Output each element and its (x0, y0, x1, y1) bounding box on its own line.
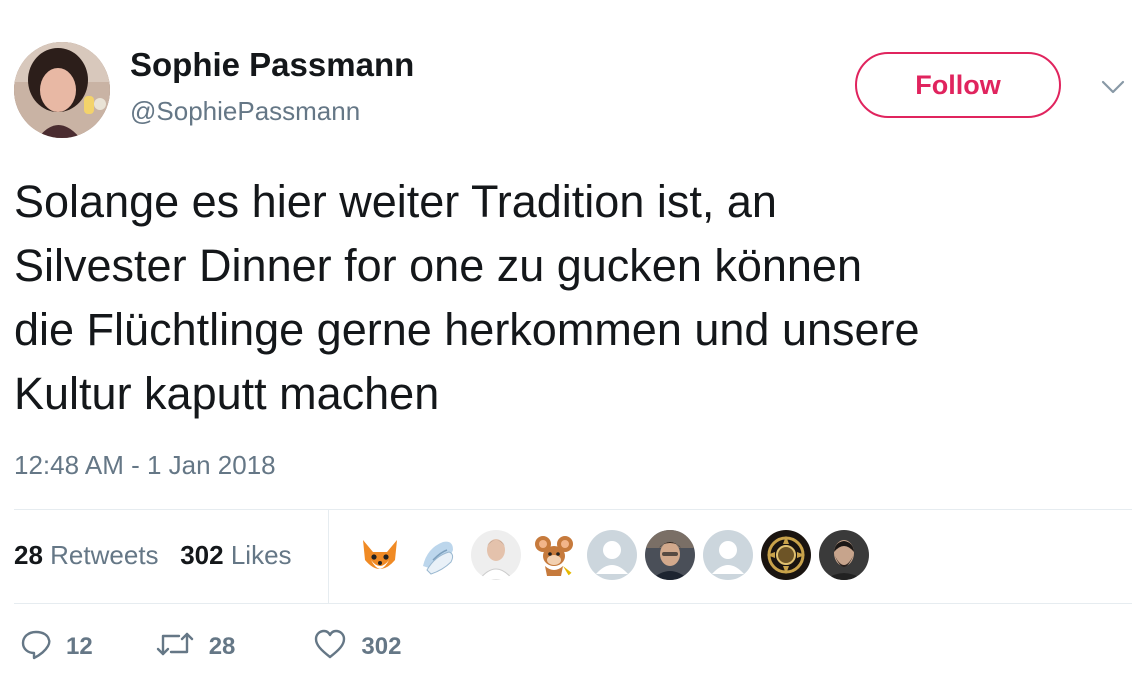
reply-action[interactable]: 12 (20, 628, 93, 665)
chevron-down-icon[interactable] (1098, 72, 1128, 102)
default-avatar[interactable] (703, 530, 753, 580)
tweet-actions: 12 28 302 (20, 628, 401, 665)
author-name[interactable]: Sophie Passmann (130, 46, 414, 84)
likes-label: Likes (230, 540, 292, 570)
tweet-line: die Flüchtlinge gerne herkommen und unse… (14, 304, 920, 355)
man-portrait-avatar[interactable] (471, 530, 521, 580)
reply-icon (20, 628, 52, 665)
retweet-count: 28 (208, 632, 236, 660)
tweet-timestamp[interactable]: 12:48 AM - 1 Jan 2018 (14, 450, 276, 481)
retweet-action[interactable]: 28 (155, 628, 236, 665)
divider (14, 603, 1132, 604)
hands-avatar[interactable] (413, 530, 463, 580)
default-avatar[interactable] (587, 530, 637, 580)
man-dark-portrait-avatar[interactable] (645, 530, 695, 580)
retweets-label: Retweets (50, 540, 159, 570)
follow-button[interactable]: Follow (855, 52, 1061, 118)
emblem-avatar[interactable] (761, 530, 811, 580)
retweet-icon (155, 628, 195, 665)
tweet-line: Silvester Dinner for one zu gucken könne… (14, 240, 862, 291)
fox-emoji-avatar[interactable] (355, 530, 405, 580)
divider (14, 509, 1132, 510)
author-avatar[interactable] (14, 42, 110, 138)
author-photo (14, 42, 110, 138)
tweet-line: Kultur kaputt machen (14, 368, 440, 419)
retweets-stat[interactable]: 28 Retweets (14, 540, 159, 570)
tweet-line: Solange es hier weiter Tradition ist, an (14, 176, 777, 227)
bearded-man-avatar[interactable] (819, 530, 869, 580)
like-action[interactable]: 302 (313, 628, 401, 665)
likes-count: 302 (180, 540, 224, 570)
engagement-stats: 28 Retweets 302 Likes (14, 540, 292, 571)
heart-icon (313, 628, 347, 665)
tweet-text: Solange es hier weiter Tradition ist, an… (14, 170, 1129, 426)
author-handle[interactable]: @SophiePassmann (130, 96, 360, 127)
like-count: 302 (361, 632, 402, 660)
cartoon-mouse-avatar[interactable] (529, 530, 579, 580)
divider (328, 510, 329, 603)
reply-count: 12 (66, 632, 93, 660)
liked-by-avatars (355, 530, 869, 580)
likes-stat[interactable]: 302 Likes (180, 540, 291, 570)
retweets-count: 28 (14, 540, 43, 570)
